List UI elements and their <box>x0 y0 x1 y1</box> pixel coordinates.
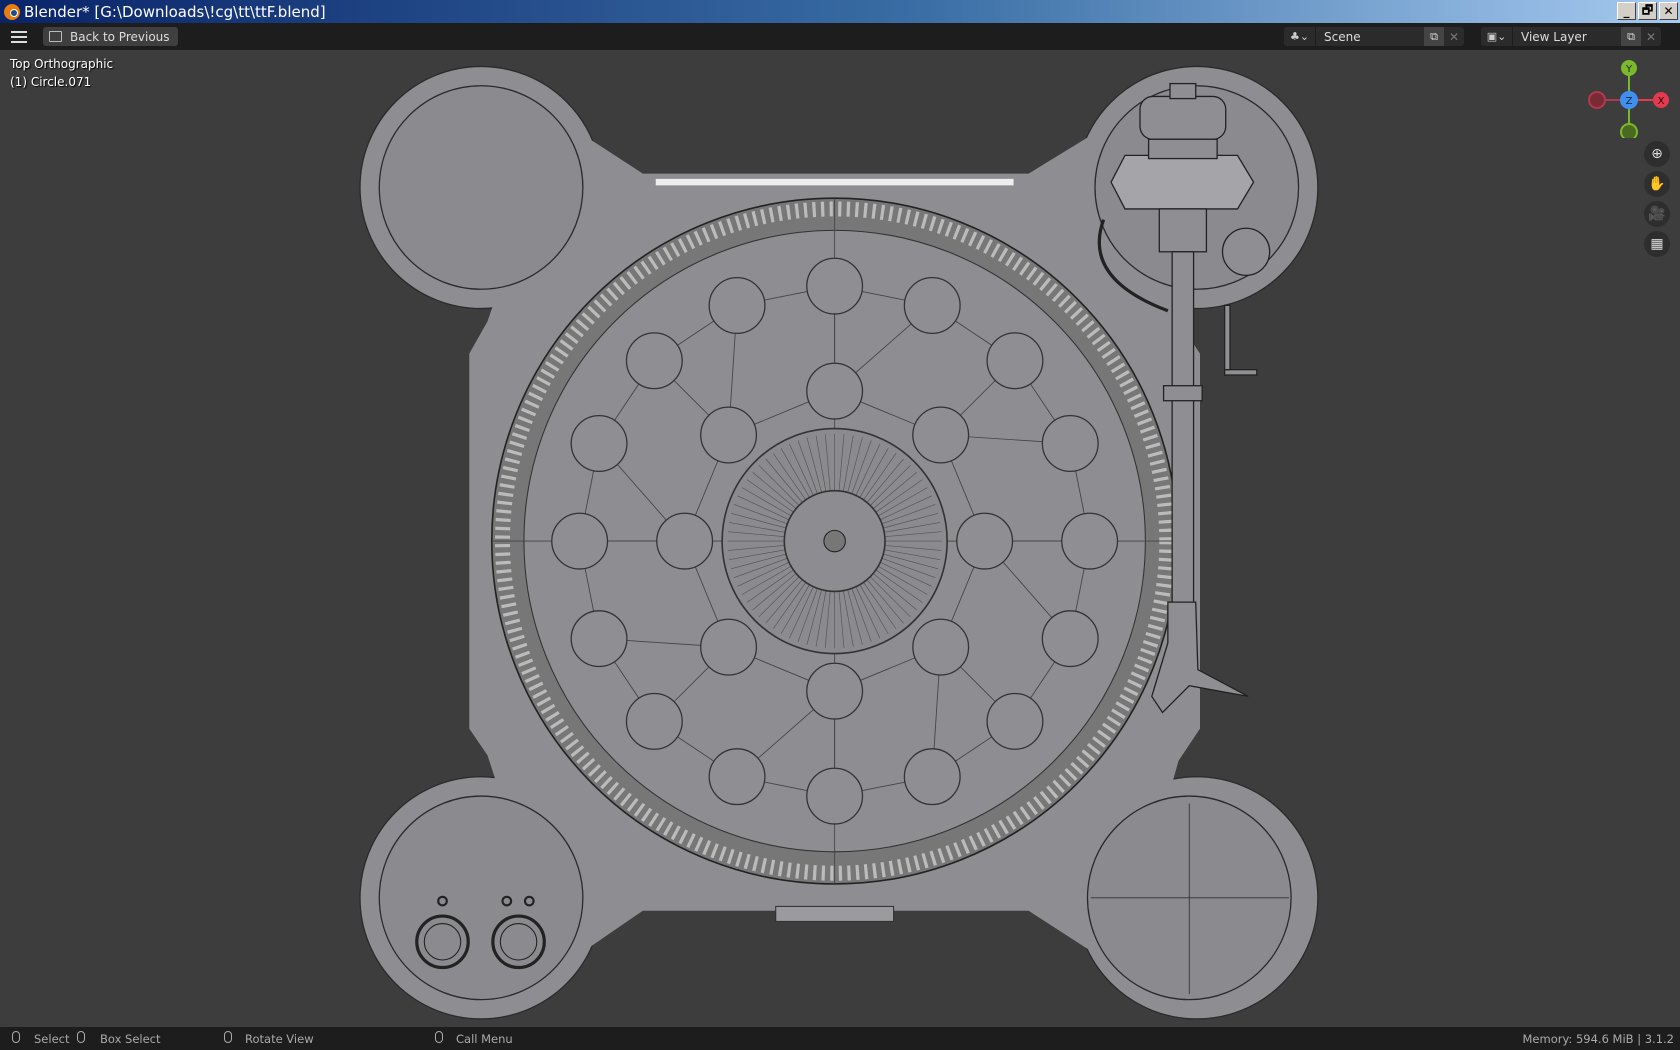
delete-view-layer-icon[interactable]: ✕ <box>1641 30 1661 44</box>
3d-viewport[interactable]: Top Orthographic (1) Circle.071 Y X Z ⊕ … <box>0 50 1680 1027</box>
platter-hole <box>625 692 683 750</box>
status-call-menu: Call Menu <box>456 1032 513 1046</box>
status-box-select: Box Select <box>100 1032 161 1046</box>
view-layer-name[interactable]: View Layer <box>1513 30 1621 44</box>
gizmo-neg-y[interactable] <box>1620 123 1638 138</box>
platter-hole <box>570 610 628 668</box>
platter-hole <box>903 276 961 334</box>
gizmo-x-label: X <box>1658 96 1665 107</box>
new-view-layer-icon[interactable]: ⧉ <box>1621 27 1641 46</box>
platter-hole <box>903 748 961 806</box>
status-bar: Select Box Select Rotate View Call Menu … <box>0 1027 1680 1050</box>
platter-hole <box>806 257 864 315</box>
view-layer-selector[interactable]: ▣⌄ View Layer ⧉ ✕ <box>1481 27 1661 46</box>
platter-hole <box>708 276 766 334</box>
platter-hole <box>551 512 609 570</box>
mouse-right-icon <box>435 1031 443 1043</box>
memory-usage: Memory: 594.6 MiB | 3.1.2 <box>1522 1032 1675 1046</box>
platter-hole <box>956 512 1014 570</box>
gizmo-z-label: Z <box>1626 96 1633 107</box>
camera-icon[interactable]: 🎥 <box>1644 201 1670 227</box>
minimize-button[interactable]: _ <box>1617 2 1636 20</box>
corner-well <box>378 85 584 290</box>
window-titlebar: Blender* [G:\Downloads\!cg\tt\ttF.blend]… <box>0 0 1680 23</box>
close-button[interactable]: ✕ <box>1659 2 1678 20</box>
platter-hole <box>806 662 864 720</box>
platter-hole <box>656 512 714 570</box>
platter-hole <box>708 748 766 806</box>
window-title: Blender* [G:\Downloads\!cg\tt\ttF.blend] <box>24 2 326 21</box>
platter-hole <box>700 618 758 676</box>
navigation-gizmo[interactable]: Y X Z <box>1585 58 1675 138</box>
platter-hole <box>1041 610 1099 668</box>
scene-selector[interactable]: ♣⌄ Scene ⧉ ✕ <box>1284 27 1464 46</box>
active-object-label: (1) Circle.071 <box>10 75 92 89</box>
view-name: Top Orthographic <box>10 57 114 71</box>
blender-logo-icon <box>4 3 20 20</box>
corner-well <box>378 795 584 1001</box>
platter-hole <box>625 332 683 390</box>
mouse-drag-icon <box>77 1031 85 1043</box>
platter-hole <box>986 692 1044 750</box>
platter <box>490 197 1179 885</box>
platter-hole <box>912 406 970 464</box>
menu-icon[interactable] <box>11 30 27 43</box>
platter-hole <box>806 767 864 825</box>
status-rotate-view: Rotate View <box>245 1032 314 1046</box>
top-bar: Back to Previous ♣⌄ Scene ⧉ ✕ ▣⌄ View La… <box>0 23 1680 50</box>
front-tab <box>775 905 895 922</box>
back-screen-icon <box>49 31 62 42</box>
platter-hole <box>986 332 1044 390</box>
platter-hole <box>806 362 864 420</box>
platter-hole <box>700 406 758 464</box>
mouse-left-icon <box>12 1031 20 1043</box>
platter-hole <box>912 618 970 676</box>
gizmo-y-label: Y <box>1625 64 1633 75</box>
platter-hole <box>1041 414 1099 472</box>
view-layer-icon[interactable]: ▣⌄ <box>1481 27 1513 46</box>
status-select: Select <box>34 1032 70 1046</box>
gizmo-neg-x[interactable] <box>1588 91 1606 109</box>
platter-hole <box>1061 512 1119 570</box>
delete-scene-icon[interactable]: ✕ <box>1444 30 1464 44</box>
hand-icon[interactable]: ✋ <box>1644 171 1670 197</box>
mouse-middle-icon <box>224 1031 232 1043</box>
zoom-icon[interactable]: ⊕ <box>1644 141 1670 167</box>
turntable-model <box>359 65 1319 1020</box>
platter-hole <box>570 414 628 472</box>
back-label: Back to Previous <box>70 29 170 44</box>
grid-icon[interactable]: ▦ <box>1644 231 1670 257</box>
scene-name[interactable]: Scene <box>1316 30 1424 44</box>
restore-button[interactable]: 🗗 <box>1638 2 1657 20</box>
new-scene-icon[interactable]: ⧉ <box>1424 27 1444 46</box>
scene-icon[interactable]: ♣⌄ <box>1284 27 1316 46</box>
back-to-previous-button[interactable]: Back to Previous <box>43 27 178 46</box>
